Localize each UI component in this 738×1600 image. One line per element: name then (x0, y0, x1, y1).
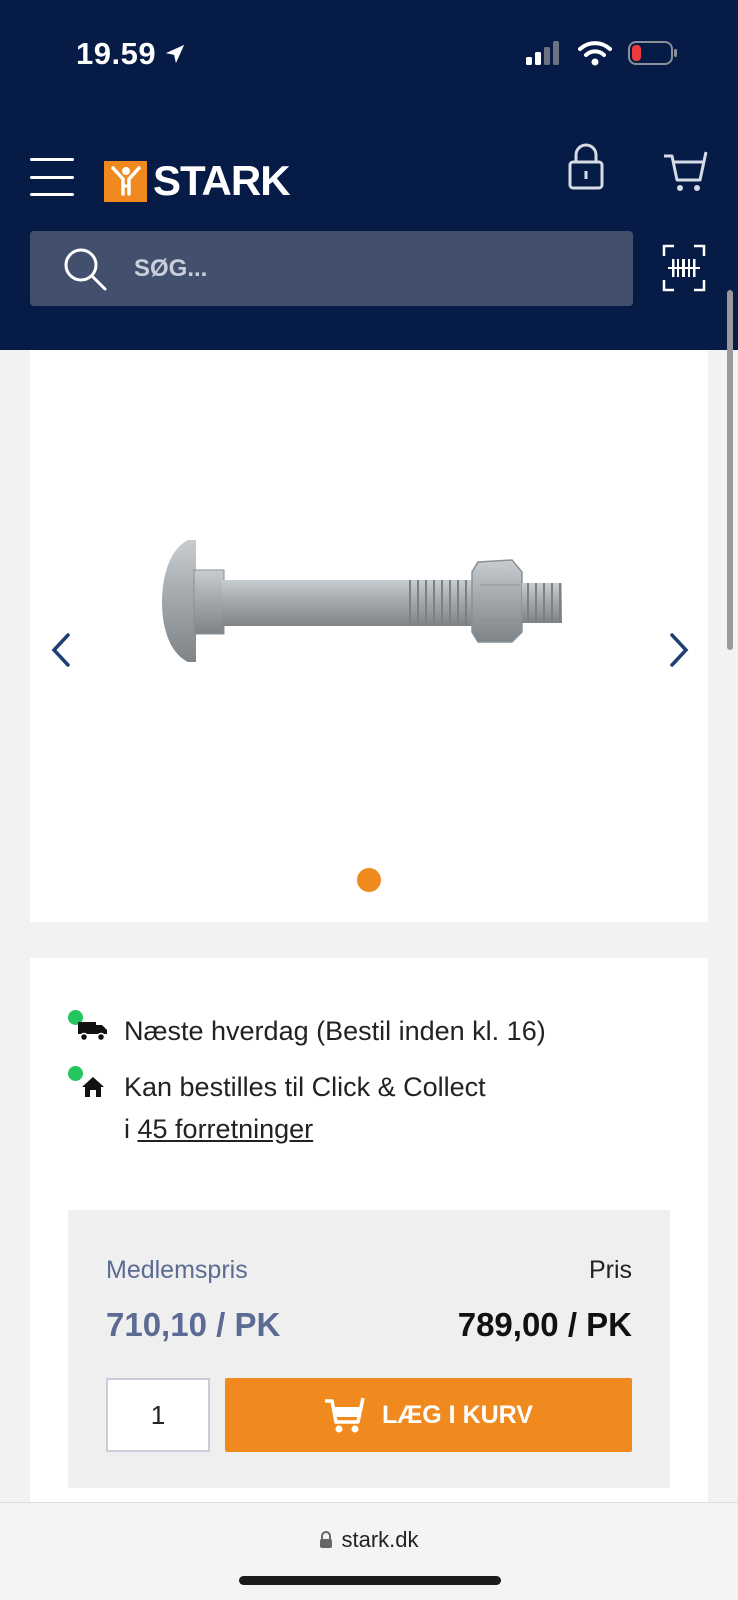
quantity-input[interactable] (106, 1378, 210, 1452)
page-scrollbar[interactable] (727, 290, 733, 650)
search-input[interactable] (134, 254, 574, 283)
wifi-icon (578, 41, 612, 66)
carousel-next-button[interactable] (664, 630, 694, 670)
search-icon (64, 248, 107, 290)
status-icons (526, 40, 678, 66)
cart-button[interactable] (662, 148, 710, 194)
price-label: Pris (588, 1256, 632, 1284)
barcode-scan-button[interactable] (662, 244, 706, 292)
status-time-text: 19.59 (76, 36, 157, 71)
click-collect-label: Kan bestilles til Click & Collect (124, 1072, 486, 1102)
click-collect-availability: Kan bestilles til Click & Collect i 45 f… (68, 1066, 486, 1150)
stores-link[interactable]: 45 forretninger (138, 1114, 314, 1144)
brand-name: STARK (153, 157, 291, 204)
price-box: Medlemspris 710,10 / PK Pris 789,00 / PK… (68, 1210, 670, 1488)
truck-icon (78, 1022, 107, 1042)
menu-line (30, 193, 74, 196)
delivery-text: Næste hverdag (Bestil inden kl. 16) (124, 1016, 546, 1046)
lock-icon (320, 1531, 333, 1548)
stores-prefix: i (124, 1114, 130, 1144)
carousel-dot-active[interactable] (357, 868, 381, 892)
store-house-icon (82, 1077, 104, 1097)
battery-icon (628, 41, 677, 65)
click-collect-text: Kan bestilles til Click & Collect i 45 f… (124, 1066, 486, 1150)
add-to-cart-button[interactable]: LÆG I KURV (225, 1378, 632, 1452)
menu-line (30, 175, 74, 179)
delivery-status (68, 1010, 108, 1044)
member-price-label: Medlemspris (106, 1256, 248, 1284)
delivery-availability: Næste hverdag (Bestil inden kl. 16) (68, 1010, 546, 1052)
signal-icon (526, 41, 559, 65)
chevron-left-icon (51, 633, 70, 667)
chevron-right-icon (670, 633, 689, 667)
stores-line: i 45 forretninger (124, 1108, 486, 1150)
search-bar[interactable] (30, 231, 633, 306)
home-indicator[interactable] (239, 1576, 501, 1585)
browser-address-bar[interactable]: stark.dk (0, 1502, 738, 1600)
carousel-prev-button[interactable] (46, 630, 76, 670)
status-time: 19.59 (76, 36, 186, 72)
menu-line (30, 158, 74, 161)
url-text: stark.dk (341, 1527, 419, 1552)
cart-icon (325, 1397, 365, 1433)
location-arrow-icon (165, 44, 185, 64)
url-display[interactable]: stark.dk (0, 1527, 738, 1553)
menu-button[interactable] (30, 158, 74, 196)
stark-logo[interactable]: STARK (104, 157, 291, 205)
cart-icon (664, 151, 708, 191)
top-header: 19.59 STARK SØG... (0, 0, 738, 350)
carriage-bolt-image (162, 540, 562, 662)
lock-icon (568, 143, 604, 190)
member-price-value: 710,10 / PK (106, 1306, 281, 1343)
login-button[interactable] (566, 142, 606, 192)
price-value: 789,00 / PK (457, 1306, 632, 1343)
barcode-scan-icon (662, 244, 706, 292)
add-to-cart-label: LÆG I KURV (382, 1400, 533, 1429)
logo-figure-icon (104, 160, 147, 202)
click-collect-status (68, 1066, 108, 1100)
